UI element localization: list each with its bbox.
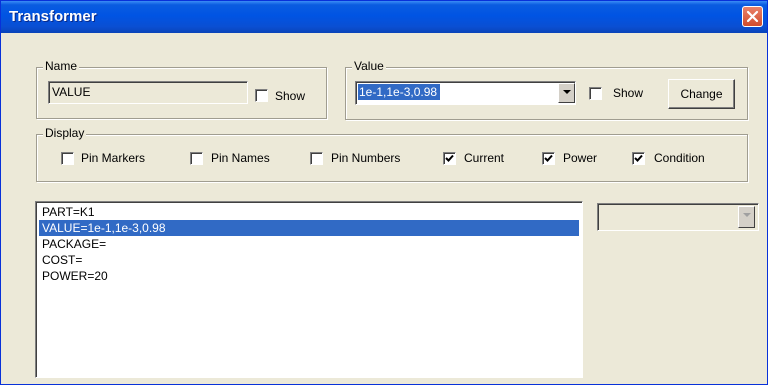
value-group-legend: Value	[352, 59, 386, 73]
current-checkbox[interactable]	[443, 152, 456, 165]
value-dropdown-button[interactable]	[558, 83, 575, 103]
value-show-checkbox[interactable]	[589, 87, 602, 100]
value-combobox-text[interactable]: 1e-1,1e-3,0.98	[358, 84, 441, 100]
title-bar[interactable]: Transformer	[1, 1, 767, 33]
name-group: Name VALUE Show	[36, 59, 327, 119]
value-combobox[interactable]: 1e-1,1e-3,0.98	[355, 81, 576, 105]
name-group-legend: Name	[43, 59, 80, 73]
display-group: Display Pin Markers Pin Names Pin Number…	[36, 126, 748, 182]
condition-checkbox[interactable]	[632, 152, 645, 165]
name-field: VALUE	[48, 81, 248, 104]
close-button[interactable]	[742, 6, 763, 27]
power-checkbox[interactable]	[542, 152, 555, 165]
value-group: Value 1e-1,1e-3,0.98 Show Change	[345, 59, 748, 120]
current-label: Current	[464, 151, 505, 165]
window-title: Transformer	[9, 8, 97, 25]
pin-markers-checkbox[interactable]	[61, 152, 74, 165]
change-button[interactable]: Change	[668, 79, 735, 109]
list-item-selected[interactable]: VALUE=1e-1,1e-3,0.98	[39, 220, 579, 236]
value-show-label: Show	[613, 86, 644, 100]
change-button-label: Change	[680, 87, 723, 101]
property-list[interactable]: PART=K1 VALUE=1e-1,1e-3,0.98 PACKAGE= CO…	[35, 201, 583, 378]
list-item[interactable]: PART=K1	[39, 204, 579, 220]
pin-names-label: Pin Names	[211, 151, 270, 165]
condition-label: Condition	[654, 151, 705, 165]
display-group-legend: Display	[43, 126, 87, 140]
list-item[interactable]: PACKAGE=	[39, 236, 579, 252]
list-item[interactable]: POWER=20	[39, 268, 579, 284]
transformer-dialog: Transformer Name VALUE Show Value 1e-1,1…	[0, 0, 768, 385]
name-field-value: VALUE	[52, 85, 91, 99]
pin-markers-label: Pin Markers	[81, 151, 146, 165]
pin-numbers-label: Pin Numbers	[331, 151, 401, 165]
property-value-dropdown-button[interactable]	[738, 206, 755, 228]
pin-names-checkbox[interactable]	[190, 152, 203, 165]
name-show-label: Show	[275, 89, 306, 103]
pin-numbers-checkbox[interactable]	[310, 152, 323, 165]
name-show-checkbox[interactable]	[255, 89, 268, 102]
power-label: Power	[563, 151, 598, 165]
property-value-combobox[interactable]	[597, 203, 759, 231]
list-item[interactable]: COST=	[39, 252, 579, 268]
